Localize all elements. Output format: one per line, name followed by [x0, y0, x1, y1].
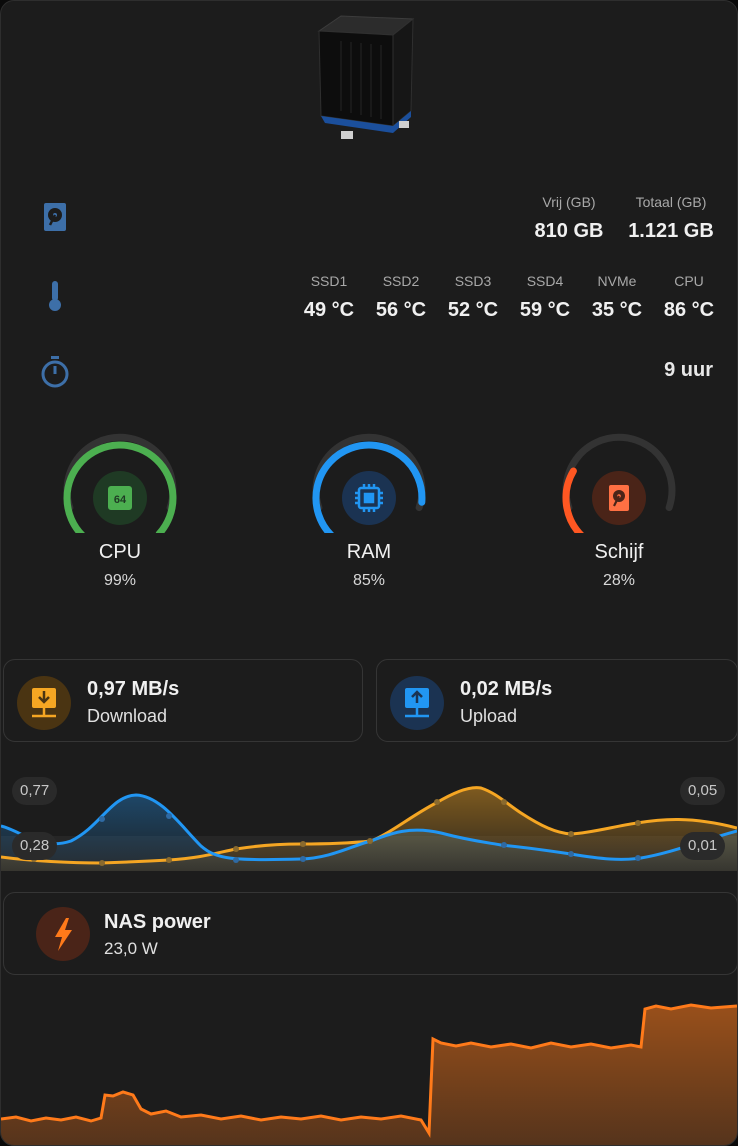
- temp-label: SSD4: [526, 273, 564, 289]
- download-label: Download: [87, 706, 168, 726]
- temp-label: SSD1: [310, 273, 348, 289]
- nas-device-image: [317, 15, 415, 139]
- gauge-title: Schijf: [594, 541, 644, 563]
- disk-free-label: Vrij (GB): [542, 194, 596, 210]
- upload-value: 0,02 MB/s: [460, 678, 553, 700]
- disk-total-label: Totaal (GB): [635, 194, 707, 210]
- upload-point: [501, 842, 507, 848]
- temp-nvme: NVMe 35 °C: [587, 273, 647, 322]
- disk-free-stat: Vrij (GB) 810 GB: [531, 194, 607, 243]
- power-area: [1, 1005, 737, 1145]
- upload-point: [635, 855, 641, 861]
- gauge-ring: 64: [63, 433, 177, 533]
- download-point: [568, 831, 574, 837]
- gauge-fill: [562, 467, 584, 533]
- thermometer-icon: [37, 278, 73, 314]
- temp-ssd4: SSD4 59 °C: [515, 273, 575, 322]
- disk-total-stat: Totaal (GB) 1.121 GB: [623, 194, 719, 243]
- graph-left-min-label: 0,28: [12, 832, 58, 860]
- upload-point: [568, 851, 574, 857]
- gauge-value: 28%: [602, 572, 636, 589]
- power-title: NAS power: [104, 911, 211, 933]
- network-graph: [1, 786, 737, 871]
- graph-right-max-label: 0,05: [680, 777, 726, 805]
- temp-ssd2: SSD2 56 °C: [371, 273, 431, 322]
- temp-cpu: CPU 86 °C: [659, 273, 719, 322]
- upload-point: [99, 816, 105, 822]
- graph-right-min-label: 0,01: [680, 832, 726, 860]
- temp-ssd1: SSD1 49 °C: [299, 273, 359, 322]
- temp-value: 86 °C: [663, 299, 715, 321]
- flash-icon: [36, 907, 90, 961]
- upload-network-icon: [390, 676, 444, 730]
- temp-value: 49 °C: [303, 299, 355, 321]
- power-value: 23,0 W: [104, 939, 158, 958]
- temp-value: 56 °C: [375, 299, 427, 321]
- gauge-value: 99%: [103, 572, 137, 589]
- gauge-title: RAM: [346, 541, 392, 563]
- download-point: [501, 799, 507, 805]
- upload-point: [300, 856, 306, 862]
- temp-label: NVMe: [597, 273, 637, 289]
- temp-label: SSD2: [382, 273, 420, 289]
- temp-ssd3: SSD3 52 °C: [443, 273, 503, 322]
- temp-value: 35 °C: [591, 299, 643, 321]
- timer-icon: [37, 354, 73, 390]
- upload-label: Upload: [460, 706, 518, 726]
- disk-gauge[interactable]: Schijf 28%: [559, 433, 679, 590]
- ram-gauge[interactable]: RAM 85%: [309, 433, 429, 590]
- chip-icon: [355, 484, 383, 512]
- upload-tile[interactable]: 0,02 MB/s Upload: [376, 659, 737, 742]
- download-tile[interactable]: 0,97 MB/s Download: [3, 659, 363, 742]
- gauge-title: CPU: [98, 541, 142, 563]
- temp-value: 59 °C: [519, 299, 571, 321]
- download-point: [635, 820, 641, 826]
- svg-text:64: 64: [114, 494, 127, 506]
- download-point: [367, 838, 373, 844]
- nas-card: Vrij (GB) 810 GB Totaal (GB) 1.121 GB SS…: [0, 0, 738, 1146]
- temp-label: SSD3: [454, 273, 492, 289]
- download-point: [434, 799, 440, 805]
- power-graph: [1, 1003, 737, 1145]
- upload-point: [166, 813, 172, 819]
- power-tile[interactable]: NAS power 23,0 W: [3, 892, 737, 975]
- download-point: [233, 846, 239, 852]
- temp-value: 52 °C: [447, 299, 499, 321]
- cpu-64-icon: 64: [108, 486, 132, 510]
- download-point: [300, 841, 306, 847]
- gauge-ring: [312, 433, 426, 533]
- download-network-icon: [17, 676, 71, 730]
- temp-label: CPU: [674, 273, 704, 289]
- gauge-value: 85%: [352, 572, 386, 589]
- harddisk-icon: [37, 199, 73, 235]
- harddisk-icon: [609, 485, 629, 511]
- uptime-value: 9 uur: [664, 359, 713, 381]
- graph-left-max-label: 0,77: [12, 777, 58, 805]
- cpu-gauge[interactable]: 64 CPU 99%: [60, 433, 180, 590]
- gauge-ring: [562, 433, 676, 533]
- download-point: [99, 860, 105, 866]
- disk-free-value: 810 GB: [534, 220, 604, 242]
- upload-point: [233, 857, 239, 863]
- download-point: [166, 857, 172, 863]
- download-value: 0,97 MB/s: [87, 678, 180, 700]
- disk-total-value: 1.121 GB: [628, 220, 714, 242]
